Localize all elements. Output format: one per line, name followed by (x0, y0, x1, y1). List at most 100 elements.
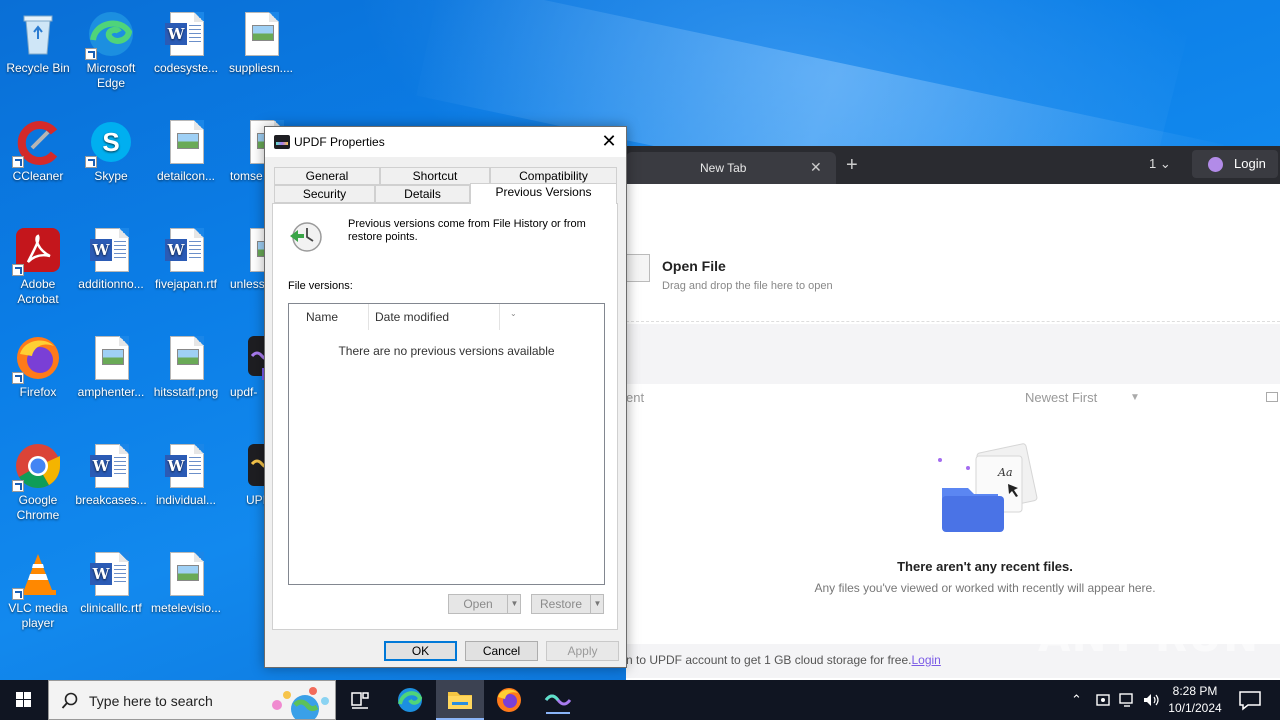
desktop-icon-image[interactable]: hitsstaff.png (148, 330, 224, 400)
desktop-icon-microsoft-edge[interactable]: Microsoft Edge (73, 6, 149, 91)
desktop-icon-firefox[interactable]: Firefox (0, 330, 76, 400)
icon-label: Skype (94, 169, 128, 183)
show-hidden-icons-chevron-icon[interactable]: ⌃ (1071, 692, 1082, 708)
chevron-down-icon[interactable]: ▼ (590, 595, 604, 613)
task-view-button[interactable] (336, 680, 384, 720)
tab-previous-versions[interactable]: Previous Versions (470, 183, 617, 204)
open-file-area[interactable]: Open File Drag and drop the file here to… (626, 234, 1280, 322)
action-center-button[interactable] (1230, 680, 1270, 720)
taskbar-edge[interactable] (386, 680, 434, 720)
file-versions-label: File versions: (288, 280, 353, 292)
icon-label: CCleaner (12, 169, 64, 183)
empty-versions-message: There are no previous versions available (338, 344, 555, 358)
tab-details[interactable]: Details (375, 185, 470, 203)
column-header-date-modified[interactable]: ⌄ Date modified (369, 304, 517, 330)
empty-title: There aren't any recent files. (897, 559, 1073, 574)
empty-folder-illustration-icon: Aa (936, 442, 1040, 534)
anyrun-watermark: ANY RUN (1038, 612, 1260, 661)
dialog-titlebar[interactable]: UPDF Properties ✕ (265, 127, 626, 157)
taskbar-clock[interactable]: 8:28 PM 10/1/2024 (1160, 683, 1230, 717)
desktop-icon-image[interactable]: metelevisio... (148, 546, 224, 616)
windows-logo-icon (16, 692, 31, 707)
icon-label: amphenter... (77, 385, 145, 399)
firefox-icon (12, 334, 62, 384)
banner-login-link[interactable]: Login (911, 653, 940, 667)
open-split-button[interactable]: Open ▼ (448, 594, 521, 614)
shortcut-arrow-icon (12, 156, 24, 168)
network-icon[interactable] (1118, 692, 1136, 708)
dialog-title: UPDF Properties (294, 135, 385, 149)
icon-label: fivejapan.rtf (154, 277, 218, 291)
desktop-icon-adobe-acrobat[interactable]: Adobe Acrobat (0, 222, 76, 307)
updf-icon (544, 694, 572, 714)
desktop-icon-rtf[interactable]: W clinicalllc.rtf (73, 546, 149, 616)
image-file-icon (162, 550, 210, 598)
desktop-icon-recycle-bin[interactable]: Recycle Bin (0, 6, 76, 76)
desktop-icon-vlc[interactable]: VLC media player (0, 546, 76, 631)
desktop-icon-rtf[interactable]: W breakcases... (73, 438, 149, 508)
word-document-icon: W (87, 550, 135, 598)
chevron-down-icon[interactable]: ▼ (507, 595, 521, 613)
new-tab-plus-icon[interactable]: + (846, 154, 858, 177)
desktop-icon-rtf[interactable]: W codesyste... (148, 6, 224, 76)
icon-label: Recycle Bin (6, 61, 70, 75)
taskbar-file-explorer[interactable] (436, 680, 484, 720)
svg-text:S: S (102, 127, 119, 157)
skype-icon: S (85, 118, 135, 168)
icon-label: VLC media player (8, 601, 68, 630)
restore-button-label: Restore (539, 597, 583, 611)
icon-label: hitsstaff.png (153, 385, 219, 399)
open-file-title: Open File (662, 258, 726, 274)
ok-button[interactable]: OK (384, 641, 457, 661)
meet-now-icon[interactable] (1096, 692, 1110, 708)
shortcut-arrow-icon (12, 480, 24, 492)
taskbar-updf[interactable] (534, 680, 582, 720)
file-versions-list[interactable]: Name ⌄ Date modified There are no previo… (288, 303, 605, 585)
desktop-icon-skype[interactable]: S Skype (73, 114, 149, 184)
restore-split-button[interactable]: Restore ▼ (531, 594, 604, 614)
clock-date: 10/1/2024 (1168, 701, 1222, 715)
login-button[interactable]: Login (1192, 150, 1278, 178)
image-file-icon (87, 334, 135, 382)
shortcut-arrow-icon (12, 588, 24, 600)
tab-label: New Tab (700, 161, 747, 175)
desktop-icon-image[interactable]: amphenter... (73, 330, 149, 400)
tab-security[interactable]: Security (274, 185, 375, 203)
desktop-icon-rtf[interactable]: W fivejapan.rtf (148, 222, 224, 292)
word-document-icon: W (87, 226, 135, 274)
icon-label: additionno... (78, 277, 144, 291)
window-count[interactable]: 1 ⌄ (1149, 156, 1171, 172)
desktop-icon-image[interactable]: suppliesn.... (223, 6, 299, 76)
sort-dropdown[interactable]: Newest First (1025, 390, 1097, 405)
icon-label: individual... (155, 493, 217, 507)
caret-down-icon[interactable]: ▼ (1130, 392, 1140, 403)
list-view-icon[interactable] (1266, 392, 1278, 402)
versions-description: Previous versions come from File History… (348, 218, 586, 243)
desktop-icon-ccleaner[interactable]: CCleaner (0, 114, 76, 184)
desktop-icon-google-chrome[interactable]: Google Chrome (0, 438, 76, 523)
folder-icon (626, 254, 650, 282)
sort-caret-icon: ⌄ (510, 309, 517, 318)
edge-icon (85, 10, 135, 60)
icon-label: Firefox (19, 385, 57, 399)
taskbar-firefox[interactable] (485, 680, 533, 720)
desktop-icon-rtf[interactable]: W additionno... (73, 222, 149, 292)
close-icon[interactable]: ✕ (595, 130, 623, 154)
folder-icon (448, 692, 472, 709)
apply-button[interactable]: Apply (546, 641, 619, 661)
taskbar-search-box[interactable]: Type here to search (48, 680, 336, 720)
desktop-icon-image[interactable]: detailcon... (148, 114, 224, 184)
cancel-button[interactable]: Cancel (465, 641, 538, 661)
tab-general[interactable]: General (274, 167, 380, 185)
column-header-name[interactable]: Name (289, 304, 369, 330)
desktop-icon-rtf[interactable]: W individual... (148, 438, 224, 508)
start-button[interactable] (0, 680, 48, 720)
close-tab-icon[interactable]: ✕ (810, 159, 822, 176)
section-divider (626, 324, 1280, 384)
volume-icon[interactable] (1142, 692, 1160, 708)
updf-app-icon (274, 135, 290, 149)
shortcut-arrow-icon (12, 372, 24, 384)
updf-app-window: New Tab ✕ + 1 ⌄ Login Open File Drag and… (626, 146, 1280, 680)
tab-new-tab[interactable]: New Tab ✕ (626, 152, 836, 184)
recent-label: ent (626, 390, 645, 405)
